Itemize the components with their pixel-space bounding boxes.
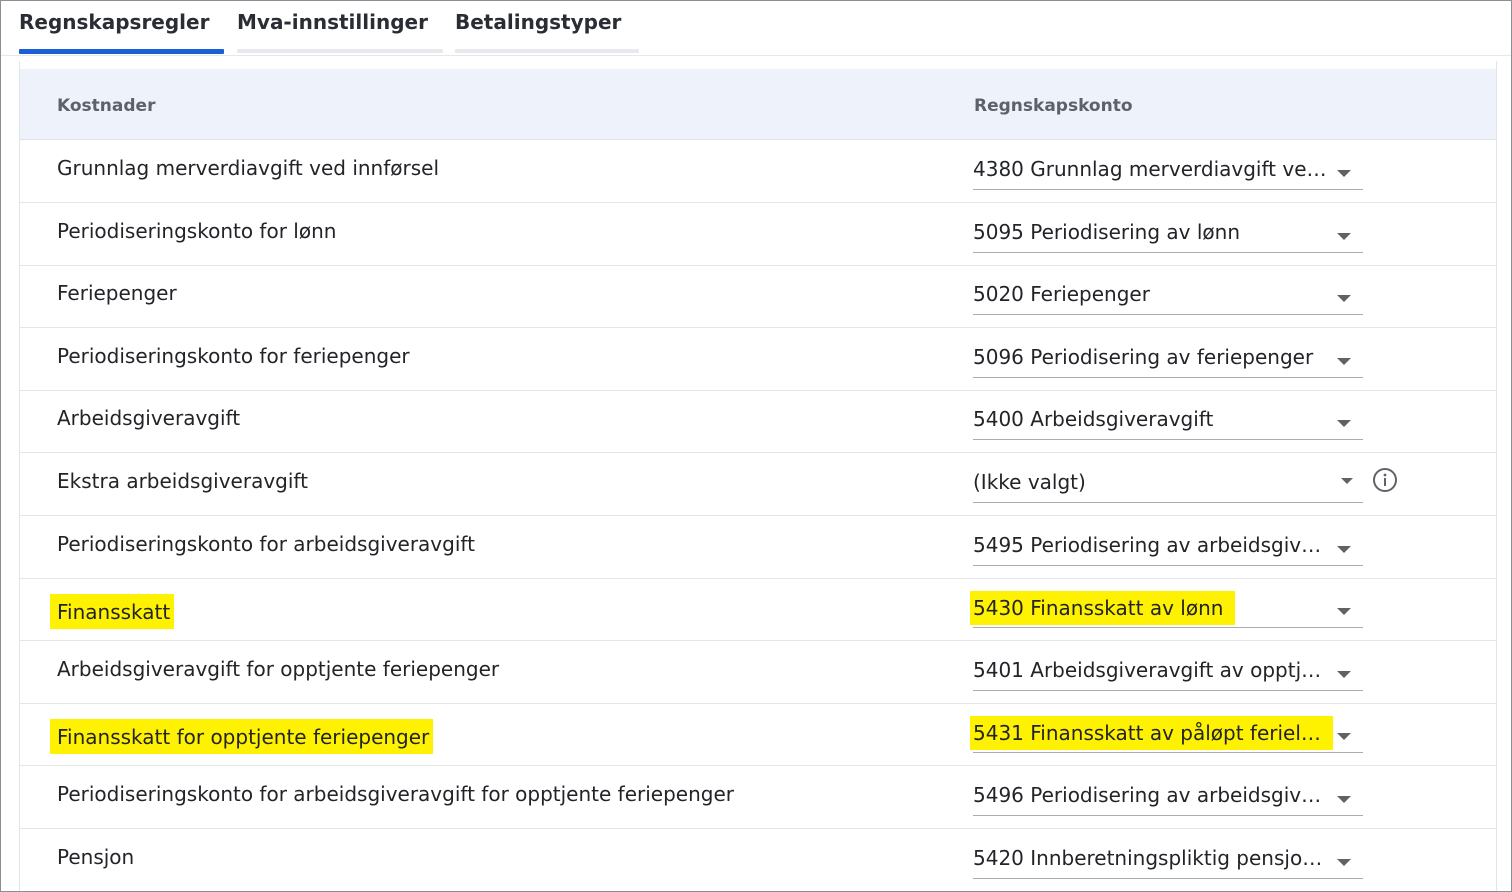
table-row: Finansskatt 5430 Finansskatt av lønn	[20, 578, 1496, 642]
table-row: Arbeidsgiveravgift 5400 Arbeidsgiveravgif…	[20, 390, 1496, 454]
account-select[interactable]: 5020 Feriepenger	[973, 278, 1363, 316]
chevron-down-icon[interactable]	[1337, 733, 1351, 741]
tab-bar: Regnskapsregler Mva-innstillinger Betali…	[1, 1, 1511, 56]
cost-label: Periodiseringskonto for feriepenger	[57, 343, 410, 368]
cost-label: Grunnlag merverdiavgift ved innførsel	[57, 156, 440, 180]
account-select-value: 5430 Finansskatt av lønn	[970, 591, 1236, 626]
account-select[interactable]: 4380 Grunnlag merverdiavgift ved innførs…	[973, 153, 1363, 190]
table-row: Pensjon 5420 Innberetningspliktig pensjon…	[20, 829, 1496, 891]
cost-label: Arbeidsgiveravgift	[57, 406, 241, 431]
account-select[interactable]: 5496 Periodisering av arbeidsgiveravgift	[973, 779, 1363, 816]
tab-label: Betalingstyper	[455, 10, 622, 34]
account-select[interactable]: 5401 Arbeidsgiveravgift av opptjente fer…	[973, 654, 1363, 691]
chevron-down-icon[interactable]	[1337, 357, 1351, 365]
table-row: Periodiseringskonto for arbeidsgiveravgi…	[20, 766, 1496, 829]
cost-label: Feriepenger	[57, 281, 177, 306]
account-select-value: 4380 Grunnlag merverdiavgift ved innførs…	[973, 157, 1329, 181]
column-header-cost: Kostnader	[57, 96, 156, 116]
chevron-down-icon[interactable]	[1337, 545, 1351, 553]
chevron-down-icon[interactable]	[1337, 295, 1351, 303]
cost-label: Periodiseringskonto for lønn	[57, 218, 337, 243]
cost-label: Pensjon	[57, 844, 135, 869]
cost-label: Ekstra arbeidsgiveravgift	[57, 469, 308, 493]
tab-underline	[455, 49, 639, 53]
account-select-value: 5420 Innberetningspliktig pensjonskostna…	[973, 845, 1329, 870]
account-select-value: 5096 Periodisering av feriepenger	[973, 344, 1314, 369]
chevron-down-icon[interactable]	[1337, 796, 1351, 803]
table-row: Periodiseringskonto for arbeidsgiveravgi…	[20, 516, 1496, 579]
account-select[interactable]: 5420 Innberetningspliktig pensjonskostna…	[973, 842, 1363, 879]
tab-underline	[237, 49, 443, 53]
tab-betalingstyper[interactable]: Betalingstyper	[455, 1, 639, 53]
account-select[interactable]: 5096 Periodisering av feriepenger	[973, 341, 1363, 378]
table-row: Periodiseringskonto for feriepenger 5096 …	[20, 328, 1496, 391]
chevron-down-icon[interactable]	[1337, 420, 1351, 428]
column-header-account: Regnskapskonto	[974, 96, 1133, 116]
table-header: Kostnader Regnskapskonto	[20, 69, 1496, 140]
chevron-down-icon[interactable]	[1341, 478, 1353, 484]
account-select[interactable]: (Ikke valgt)	[973, 466, 1363, 503]
tab-label: Regnskapsregler	[19, 10, 210, 34]
account-select[interactable]: 5431 Finansskatt av påløpt ferielønn	[970, 716, 1363, 754]
account-select-value: 5495 Periodisering av arbeidsgiveravgift	[973, 532, 1329, 557]
table-row: Finansskatt for opptjente feriepenger 543…	[20, 703, 1496, 767]
account-select-value: 5020 Feriepenger	[973, 282, 1150, 307]
tab-regnskapsregler[interactable]: Regnskapsregler	[19, 1, 224, 54]
chevron-down-icon[interactable]	[1337, 608, 1351, 616]
account-select-value: 5401 Arbeidsgiveravgift av opptjente fer…	[973, 657, 1329, 682]
tab-mva-innstillinger[interactable]: Mva-innstillinger	[237, 1, 443, 53]
account-select[interactable]: 5400 Arbeidsgiveravgift	[973, 403, 1363, 441]
cost-label: Periodiseringskonto for arbeidsgiveravgi…	[57, 782, 734, 806]
info-icon[interactable]	[1372, 467, 1398, 493]
cost-label: Periodiseringskonto for arbeidsgiveravgi…	[57, 531, 475, 556]
table-row: Feriepenger 5020 Feriepenger	[20, 265, 1496, 329]
table-row: Ekstra arbeidsgiveravgift (Ikke valgt)	[20, 453, 1496, 516]
tab-label: Mva-innstillinger	[237, 10, 428, 34]
account-select-value: 5431 Finansskatt av påløpt ferielønn	[970, 716, 1333, 751]
chevron-down-icon[interactable]	[1337, 670, 1351, 678]
chevron-down-icon[interactable]	[1337, 858, 1351, 866]
table-row: Arbeidsgiveravgift for opptjente feriepe…	[20, 641, 1496, 704]
account-select-value: (Ikke valgt)	[973, 470, 1086, 494]
account-select-value: 5095 Periodisering av lønn	[973, 219, 1241, 244]
cost-label: Finansskatt for opptjente feriepenger	[50, 719, 434, 755]
tab-active-indicator	[19, 49, 224, 54]
chevron-down-icon[interactable]	[1337, 170, 1351, 177]
account-select[interactable]: 5430 Finansskatt av lønn	[970, 591, 1363, 629]
cost-label: Arbeidsgiveravgift for opptjente feriepe…	[57, 656, 500, 681]
account-select-value: 5400 Arbeidsgiveravgift	[973, 407, 1214, 432]
table-row: Periodiseringskonto for lønn 5095 Periodi…	[20, 203, 1496, 266]
account-select[interactable]: 5095 Periodisering av lønn	[973, 216, 1363, 253]
cost-label: Finansskatt	[50, 594, 175, 630]
chevron-down-icon[interactable]	[1337, 232, 1351, 240]
account-select-value: 5496 Periodisering av arbeidsgiveravgift	[973, 783, 1329, 807]
settings-window: Regnskapsregler Mva-innstillinger Betali…	[0, 0, 1512, 892]
table-row: Grunnlag merverdiavgift ved innførsel 438…	[20, 140, 1496, 203]
account-select[interactable]: 5495 Periodisering av arbeidsgiveravgift	[973, 529, 1363, 566]
accounting-rules-table: Kostnader Regnskapskonto Grunnlag merver…	[19, 61, 1497, 891]
